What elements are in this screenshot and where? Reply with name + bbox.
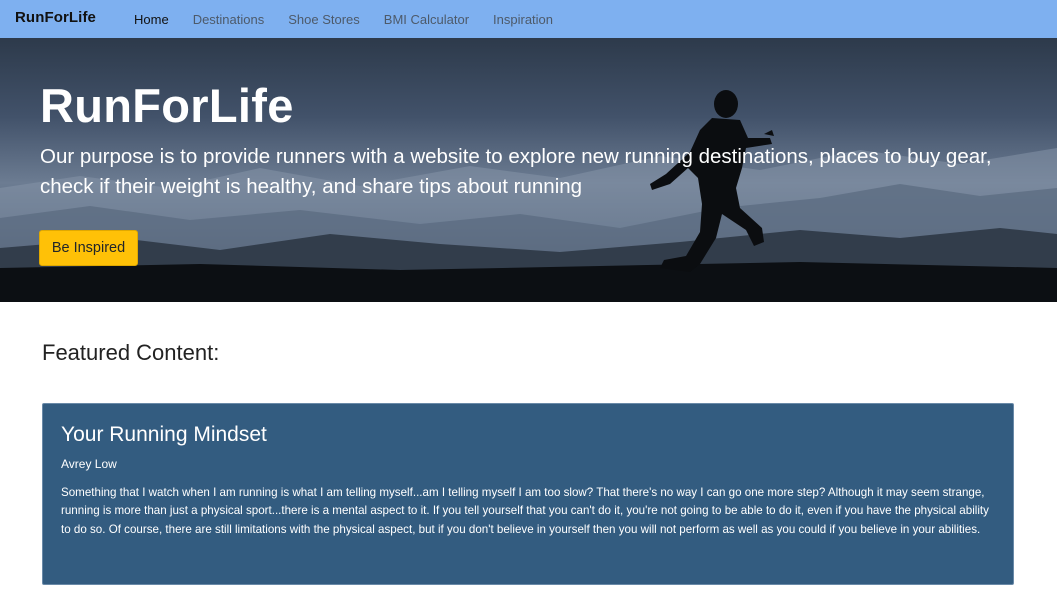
brand-link[interactable]: RunForLife bbox=[15, 9, 96, 26]
nav-link-destinations[interactable]: Destinations bbox=[193, 12, 265, 27]
card-title: Your Running Mindset bbox=[61, 423, 267, 446]
be-inspired-button[interactable]: Be Inspired bbox=[39, 230, 138, 266]
navbar: RunForLife Home Destinations Shoe Stores… bbox=[0, 0, 1057, 38]
nav-link-home[interactable]: Home bbox=[134, 12, 169, 27]
nav-link-inspiration[interactable]: Inspiration bbox=[493, 12, 553, 27]
nav-links: Home Destinations Shoe Stores BMI Calcul… bbox=[122, 0, 565, 38]
card-author: Avrey Low bbox=[61, 457, 117, 471]
hero-title: RunForLife bbox=[40, 79, 294, 132]
hero-banner: RunForLife Our purpose is to provide run… bbox=[0, 38, 1057, 302]
featured-heading: Featured Content: bbox=[42, 340, 220, 365]
nav-link-shoe-stores[interactable]: Shoe Stores bbox=[288, 12, 360, 27]
nav-link-bmi-calculator[interactable]: BMI Calculator bbox=[384, 12, 469, 27]
card-body: Something that I watch when I am running… bbox=[61, 486, 989, 536]
featured-card: Your Running Mindset Avrey Low Something… bbox=[42, 403, 1014, 585]
hero-subtitle: Our purpose is to provide runners with a… bbox=[40, 145, 992, 198]
